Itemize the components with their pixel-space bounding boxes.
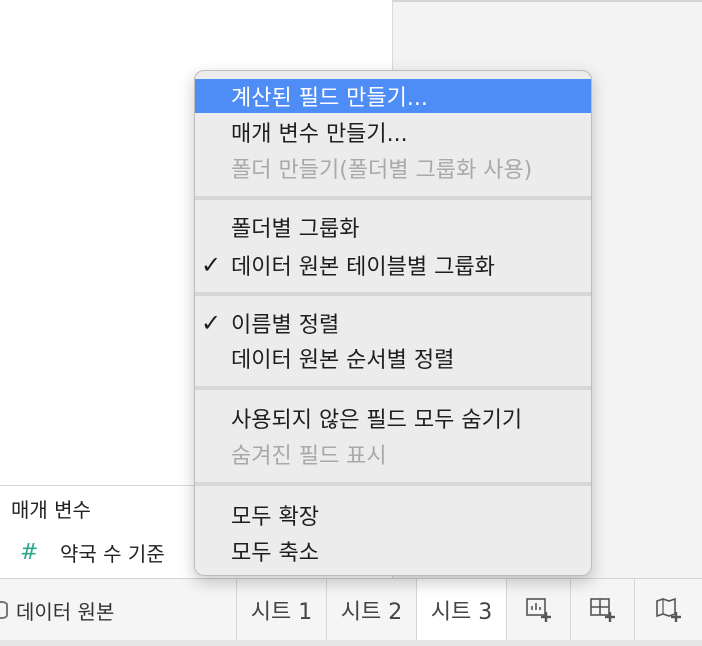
sheet-tab-2[interactable]: 시트 2 [326,579,416,641]
sheet-tab-1[interactable]: 시트 1 [236,579,326,641]
menu-item-label: 이름별 정렬 [231,313,340,338]
new-worksheet-button[interactable] [506,579,570,641]
menu-item-label: 데이터 원본 순서별 정렬 [231,348,455,373]
menu-item-sort-by-name[interactable]: ✓ 이름별 정렬 [195,306,591,340]
parameter-item[interactable]: # 약국 수 기준 [20,538,165,567]
sheet-tab-bar: 데이터 원본 시트 1 시트 2 시트 3 [0,578,702,641]
menu-item-label: 매개 변수 만들기... [231,122,408,147]
datasource-tab[interactable]: 데이터 원본 [0,579,114,641]
new-story-icon [655,597,681,622]
new-dashboard-button[interactable] [570,579,634,641]
sheet-tab-label: 시트 1 [250,600,313,625]
menu-item-label: 사용되지 않은 필드 모두 숨기기 [231,408,523,433]
checkmark-icon: ✓ [201,309,222,337]
status-strip [0,640,702,646]
menu-item-collapse-all[interactable]: 모두 축소 [195,534,591,568]
menu-item-create-parameter[interactable]: 매개 변수 만들기... [195,115,591,149]
menu-separator [195,196,591,200]
menu-item-label: 계산된 필드 만들기... [231,86,428,111]
checkmark-icon: ✓ [201,251,222,279]
menu-item-label: 폴더별 그룹화 [231,217,360,242]
new-story-button[interactable] [634,579,702,641]
menu-item-create-folder: 폴더 만들기(폴더별 그룹화 사용) [195,151,591,185]
menu-item-label: 데이터 원본 테이블별 그룹화 [231,255,495,280]
sheet-tab-3[interactable]: 시트 3 [416,579,506,641]
database-icon [0,601,8,619]
menu-separator [195,386,591,390]
context-menu: 계산된 필드 만들기... 매개 변수 만들기... 폴더 만들기(폴더별 그룹… [194,70,592,576]
menu-item-label: 모두 축소 [231,541,319,566]
menu-item-create-calculated-field[interactable]: 계산된 필드 만들기... [195,79,591,113]
menu-item-show-hidden-fields: 숨겨진 필드 표시 [195,437,591,471]
new-dashboard-icon [589,598,615,622]
menu-item-group-by-folder[interactable]: 폴더별 그룹화 [195,210,591,244]
menu-item-label: 폴더 만들기(폴더별 그룹화 사용) [231,158,533,183]
menu-item-label: 모두 확장 [231,505,319,530]
menu-item-sort-by-datasource-order[interactable]: 데이터 원본 순서별 정렬 [195,341,591,375]
parameters-section-title: 매개 변수 [11,498,91,522]
parameter-label: 약국 수 기준 [60,542,165,566]
canvas-top-border [393,0,702,2]
menu-item-expand-all[interactable]: 모두 확장 [195,498,591,532]
menu-item-label: 숨겨진 필드 표시 [231,444,387,469]
menu-separator [195,482,591,486]
new-worksheet-icon [525,598,551,622]
sheet-tab-label: 시트 3 [430,600,493,625]
menu-item-hide-unused-fields[interactable]: 사용되지 않은 필드 모두 숨기기 [195,401,591,435]
sheet-tab-label: 시트 2 [340,600,403,625]
number-hash-icon: # [20,540,39,565]
menu-item-group-by-datasource-table[interactable]: ✓ 데이터 원본 테이블별 그룹화 [195,248,591,282]
menu-separator [195,292,591,296]
datasource-tab-label: 데이터 원본 [16,599,115,624]
